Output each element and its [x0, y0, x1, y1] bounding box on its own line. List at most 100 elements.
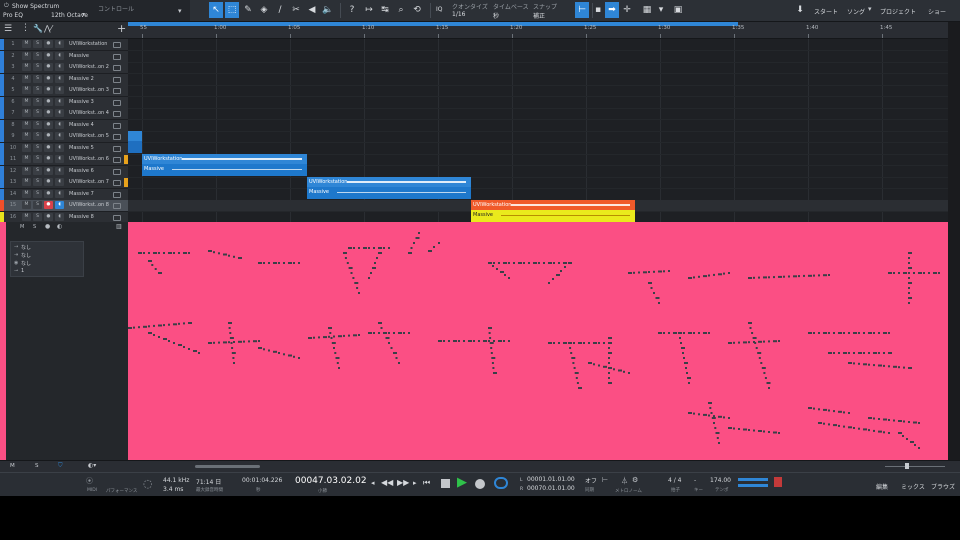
midi-note[interactable] [433, 246, 435, 248]
midi-note[interactable] [903, 420, 905, 423]
midi-note[interactable] [233, 362, 235, 364]
midi-note[interactable] [843, 425, 845, 428]
midi-note[interactable] [863, 363, 867, 366]
midi-note[interactable] [568, 262, 572, 264]
midi-note[interactable] [188, 322, 192, 324]
midi-note[interactable] [843, 352, 847, 354]
midi-note[interactable] [491, 357, 496, 359]
automation-icon[interactable]: ⋀⁄ [44, 24, 52, 33]
mute-button[interactable]: M [22, 155, 31, 163]
midi-note[interactable] [228, 341, 230, 344]
midi-note[interactable] [853, 352, 855, 354]
timeline-ruler[interactable]: 55 1:00 1:05 1:10 1:15 1:20 1:25 1:30 1:35 1:40 1:… [128, 22, 948, 39]
eraser-tool-icon[interactable]: ◈ [257, 2, 271, 18]
midi-note[interactable] [823, 422, 825, 425]
midi-note[interactable] [668, 270, 670, 272]
midi-note[interactable] [883, 364, 885, 367]
midi-note[interactable] [383, 247, 385, 249]
midi-note[interactable] [398, 332, 402, 334]
midi-note[interactable] [868, 417, 872, 419]
power-icon[interactable]: ⏻ [4, 2, 9, 10]
midi-note[interactable] [558, 342, 560, 344]
track-name[interactable]: Massive 3 [69, 99, 94, 105]
midi-note[interactable] [344, 257, 347, 259]
midi-note[interactable] [328, 327, 332, 329]
midi-note[interactable] [468, 340, 472, 342]
midi-note[interactable] [683, 357, 685, 359]
midi-note[interactable] [489, 342, 494, 344]
midi-note[interactable] [232, 357, 235, 359]
midi-note[interactable] [153, 324, 155, 327]
midi-note[interactable] [363, 247, 367, 249]
solo-button[interactable]: S [33, 132, 42, 140]
loop-icon[interactable]: ⟲ [410, 2, 424, 18]
song-dropdown-icon[interactable]: ▾ [868, 5, 872, 13]
marker-icon[interactable]: ▪ [591, 2, 605, 18]
midi-note[interactable] [143, 325, 147, 328]
midi-note[interactable] [398, 362, 400, 364]
midi-note[interactable] [888, 365, 890, 368]
track-row[interactable]: 8 M S ● ◖ Massive 4 [0, 119, 128, 132]
grid-view-icon[interactable]: ▦ [640, 2, 654, 18]
browse-button[interactable]: ブラウズ [931, 482, 955, 491]
midi-note[interactable] [143, 252, 145, 254]
midi-note[interactable] [608, 382, 612, 384]
midi-note[interactable] [823, 408, 827, 411]
monitor-button[interactable]: ◖ [55, 40, 64, 48]
midi-note[interactable] [489, 337, 492, 339]
mute-button[interactable]: M [22, 97, 31, 106]
download-icon[interactable]: ⬇ [793, 2, 807, 18]
paint-tool-icon[interactable]: ∕ [273, 2, 287, 18]
midi-note[interactable] [518, 262, 522, 264]
midi-note[interactable] [564, 266, 566, 268]
midi-note[interactable] [738, 428, 740, 430]
solo-button[interactable]: S [33, 201, 42, 209]
midi-note[interactable] [685, 367, 687, 369]
record-arm-button[interactable]: ● [44, 86, 53, 94]
solo-button[interactable]: S [33, 109, 42, 117]
midi-note[interactable] [813, 407, 815, 410]
solo-button[interactable]: S [33, 166, 42, 175]
midi-note[interactable] [491, 362, 494, 364]
solo-button[interactable]: S [33, 189, 42, 198]
timebase-select[interactable]: 秒 [493, 11, 499, 20]
midi-note[interactable] [583, 342, 585, 344]
midi-note[interactable] [350, 272, 353, 274]
midi-note[interactable] [571, 357, 576, 359]
midi-note[interactable] [693, 332, 695, 334]
midi-note[interactable] [768, 276, 770, 279]
view-select-icon[interactable]: ◐▾ [88, 462, 96, 469]
midi-note[interactable] [808, 407, 812, 409]
midi-note[interactable] [348, 267, 353, 269]
midi-note[interactable] [868, 352, 870, 354]
midi-note[interactable] [878, 332, 880, 334]
midi-note[interactable] [493, 262, 495, 264]
midi-note[interactable] [749, 327, 752, 329]
midi-note[interactable] [758, 430, 762, 432]
record-arm-button[interactable]: ● [44, 178, 53, 186]
track-name[interactable]: Massive 5 [69, 145, 94, 151]
start-button[interactable]: スタート [814, 7, 838, 16]
midi-note[interactable] [728, 417, 730, 419]
midi-note[interactable] [908, 262, 910, 264]
midi-note[interactable] [373, 247, 375, 249]
midi-note[interactable] [908, 267, 912, 269]
midi-note[interactable] [352, 277, 355, 279]
midi-note[interactable] [238, 340, 242, 343]
midi-note[interactable] [493, 372, 497, 374]
midi-note[interactable] [878, 430, 882, 433]
track-column-icon[interactable]: ⋮ [21, 23, 30, 33]
midi-note[interactable] [708, 274, 710, 277]
midi-note[interactable] [858, 427, 860, 430]
midi-note[interactable] [888, 332, 890, 334]
midi-note[interactable] [378, 247, 382, 249]
midi-note[interactable] [178, 252, 180, 254]
monitor-button[interactable]: ◖ [55, 178, 64, 186]
midi-note[interactable] [723, 416, 725, 419]
midi-note[interactable] [576, 382, 579, 384]
midi-note[interactable] [488, 327, 492, 329]
midi-note[interactable] [133, 326, 135, 329]
key-value[interactable]: - [694, 477, 696, 484]
track-row[interactable]: 6 M S ● ◖ Massive 3 [0, 96, 128, 109]
midi-note[interactable] [823, 332, 827, 334]
